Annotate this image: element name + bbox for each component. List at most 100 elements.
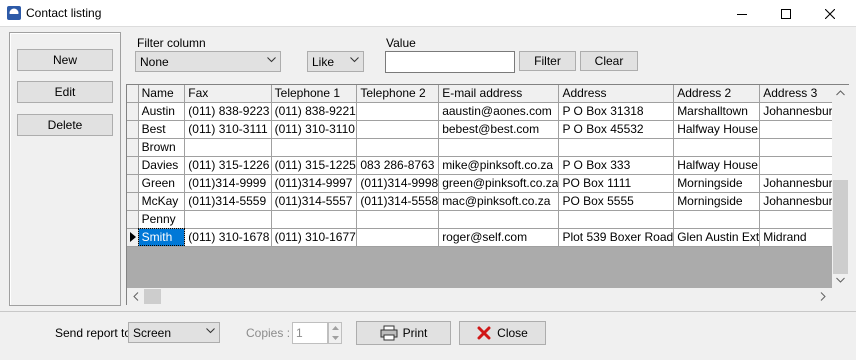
column-header-email[interactable]: E-mail address: [438, 85, 560, 103]
table-cell[interactable]: [356, 228, 440, 247]
column-header-fax[interactable]: Fax: [184, 85, 272, 103]
horizontal-scroll-thumb[interactable]: [144, 289, 161, 304]
table-cell[interactable]: (011) 310-1678: [184, 228, 272, 247]
table-cell[interactable]: (011) 310-3111: [184, 120, 272, 139]
table-cell[interactable]: roger@self.com: [438, 228, 560, 247]
table-cell[interactable]: [271, 138, 358, 157]
table-cell[interactable]: P O Box 45532: [558, 120, 675, 139]
table-row[interactable]: McKay (011)314-5559 (011)314-5557 (011)314-…: [127, 192, 848, 211]
delete-button[interactable]: Delete: [17, 114, 113, 136]
table-cell[interactable]: (011)314-5559: [184, 192, 272, 211]
table-cell[interactable]: Morningside: [673, 174, 761, 193]
table-cell[interactable]: [673, 138, 761, 157]
table-cell[interactable]: Best: [138, 120, 186, 139]
table-cell[interactable]: (011) 310-3110: [271, 120, 358, 139]
table-cell[interactable]: [438, 210, 560, 229]
horizontal-scrollbar[interactable]: [127, 288, 832, 305]
table-cell[interactable]: (011)314-9998: [356, 174, 440, 193]
stepper-up-icon[interactable]: [332, 326, 339, 330]
table-cell[interactable]: Brown: [138, 138, 186, 157]
table-cell[interactable]: PO Box 5555: [558, 192, 675, 211]
table-cell[interactable]: P O Box 333: [558, 156, 675, 175]
stepper-down-icon[interactable]: [332, 336, 339, 340]
scroll-left-icon[interactable]: [133, 292, 139, 301]
row-indicator[interactable]: [127, 138, 139, 157]
table-row[interactable]: Brown: [127, 138, 848, 157]
scroll-up-icon[interactable]: [836, 90, 845, 96]
table-cell[interactable]: (011)314-9997: [271, 174, 358, 193]
filter-operator-select[interactable]: Like: [307, 51, 364, 72]
table-cell[interactable]: [184, 210, 272, 229]
row-indicator[interactable]: [127, 210, 139, 229]
table-cell[interactable]: [558, 210, 675, 229]
minimize-button[interactable]: [722, 0, 762, 27]
edit-button[interactable]: Edit: [17, 81, 113, 103]
table-cell[interactable]: (011) 315-1226: [184, 156, 272, 175]
table-cell[interactable]: Halfway House: [673, 156, 761, 175]
table-cell[interactable]: [356, 102, 440, 121]
close-window-button[interactable]: [810, 0, 850, 27]
table-cell[interactable]: Marshalltown: [673, 102, 761, 121]
table-cell[interactable]: Davies: [138, 156, 186, 175]
column-header-name[interactable]: Name: [138, 85, 186, 103]
table-row[interactable]: Austin (011) 838-9223 (011) 838-9221 aausti…: [127, 102, 848, 121]
table-cell[interactable]: (011) 315-1225: [271, 156, 358, 175]
table-cell[interactable]: PO Box 1111: [558, 174, 675, 193]
table-cell[interactable]: Plot 539 Boxer Road: [558, 228, 675, 247]
table-row[interactable]: Green (011)314-9999 (011)314-9997 (011)314-…: [127, 174, 848, 193]
table-cell[interactable]: Penny: [138, 210, 186, 229]
copies-input[interactable]: 1: [292, 322, 328, 344]
filter-button[interactable]: Filter: [519, 51, 576, 71]
contacts-grid[interactable]: Name Fax Telephone 1 Telephone 2 E-mail …: [126, 84, 849, 305]
table-cell[interactable]: 083 286-8763: [356, 156, 440, 175]
table-row[interactable]: Smith (011) 310-1678 (011) 310-1677 roger@s…: [127, 228, 848, 247]
table-cell[interactable]: Halfway House: [673, 120, 761, 139]
table-cell[interactable]: Smith: [138, 228, 186, 247]
copies-stepper[interactable]: [328, 322, 342, 344]
table-row[interactable]: Penny: [127, 210, 848, 229]
table-cell[interactable]: (011)314-5558: [356, 192, 440, 211]
column-header-telephone-2[interactable]: Telephone 2: [356, 85, 440, 103]
send-report-select[interactable]: Screen: [128, 322, 220, 343]
table-cell[interactable]: mike@pinksoft.co.za: [438, 156, 560, 175]
table-cell[interactable]: McKay: [138, 192, 186, 211]
table-cell[interactable]: (011) 838-9221: [271, 102, 358, 121]
table-cell[interactable]: [271, 210, 358, 229]
table-row[interactable]: Best (011) 310-3111 (011) 310-3110 bebest@b…: [127, 120, 848, 139]
table-cell[interactable]: green@pinksoft.co.za: [438, 174, 560, 193]
row-indicator[interactable]: [127, 192, 139, 211]
filter-value-input[interactable]: [385, 51, 515, 73]
scroll-down-icon[interactable]: [836, 277, 845, 283]
table-cell[interactable]: (011) 838-9223: [184, 102, 272, 121]
column-header-address-2[interactable]: Address 2: [673, 85, 761, 103]
maximize-button[interactable]: [766, 0, 806, 27]
table-cell[interactable]: (011) 310-1677: [271, 228, 358, 247]
column-header-address[interactable]: Address: [558, 85, 675, 103]
table-cell[interactable]: [673, 210, 761, 229]
table-cell[interactable]: Green: [138, 174, 186, 193]
new-button[interactable]: New: [17, 49, 113, 71]
row-indicator[interactable]: [127, 174, 139, 193]
row-indicator[interactable]: [127, 228, 139, 247]
table-cell[interactable]: [356, 210, 440, 229]
table-cell[interactable]: Austin: [138, 102, 186, 121]
clear-button[interactable]: Clear: [580, 51, 638, 71]
table-cell[interactable]: [438, 138, 560, 157]
table-row[interactable]: Davies (011) 315-1226 (011) 315-1225 083 28…: [127, 156, 848, 175]
table-cell[interactable]: aaustin@aones.com: [438, 102, 560, 121]
vertical-scroll-thumb[interactable]: [833, 180, 848, 274]
table-cell[interactable]: (011)314-9999: [184, 174, 272, 193]
table-cell[interactable]: Glen Austin Ext: [673, 228, 761, 247]
filter-column-select[interactable]: None: [135, 51, 281, 72]
print-button[interactable]: Print: [356, 321, 451, 345]
scroll-right-icon[interactable]: [820, 292, 826, 301]
table-cell[interactable]: [356, 120, 440, 139]
table-cell[interactable]: bebest@best.com: [438, 120, 560, 139]
table-cell[interactable]: [184, 138, 272, 157]
row-indicator[interactable]: [127, 102, 139, 121]
vertical-scrollbar[interactable]: [832, 85, 849, 288]
table-cell[interactable]: [558, 138, 675, 157]
table-cell[interactable]: P O Box 31318: [558, 102, 675, 121]
row-indicator[interactable]: [127, 156, 139, 175]
table-cell[interactable]: mac@pinksoft.co.za: [438, 192, 560, 211]
